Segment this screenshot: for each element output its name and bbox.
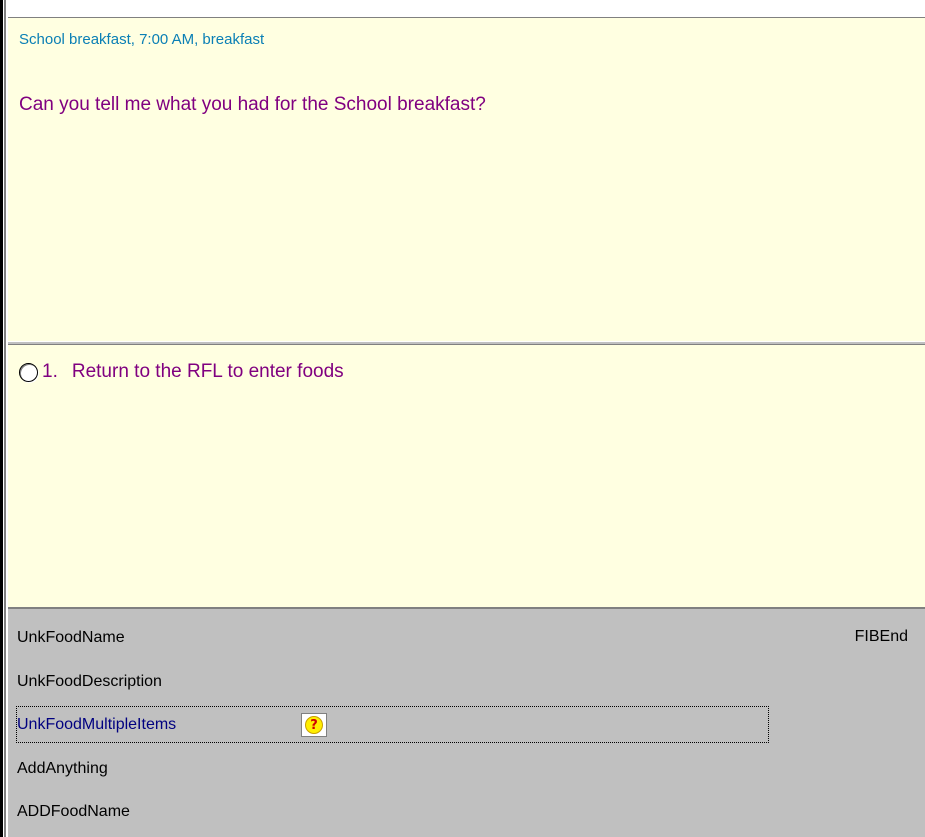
answer-panel: 1. Return to the RFL to enter foods: [8, 345, 925, 607]
fields-panel: UnkFoodName FIBEnd UnkFoodDescription Un…: [8, 612, 925, 837]
question-panel: School breakfast, 7:00 AM, breakfast Can…: [8, 17, 925, 341]
question-context: School breakfast, 7:00 AM, breakfast: [19, 31, 265, 48]
answer-option-1[interactable]: 1. Return to the RFL to enter foods: [19, 361, 344, 383]
question-mark-icon: ?: [305, 716, 323, 734]
field-add-food-name[interactable]: ADDFoodName: [17, 803, 130, 821]
option-number: 1.: [42, 361, 58, 382]
field-unk-food-name[interactable]: UnkFoodName: [17, 629, 125, 647]
field-add-anything[interactable]: AddAnything: [17, 760, 108, 778]
field-unk-food-multiple-items[interactable]: UnkFoodMultipleItems: [17, 716, 176, 734]
option-label: Return to the RFL to enter foods: [71, 361, 344, 382]
help-button[interactable]: ?: [301, 713, 327, 737]
left-border: [0, 0, 6, 837]
field-unk-food-description[interactable]: UnkFoodDescription: [17, 673, 162, 691]
fib-end-label: FIBEnd: [854, 628, 908, 645]
radio-button[interactable]: [19, 362, 38, 382]
survey-window: School breakfast, 7:00 AM, breakfast Can…: [0, 0, 925, 837]
question-text: Can you tell me what you had for the Sch…: [19, 94, 486, 115]
